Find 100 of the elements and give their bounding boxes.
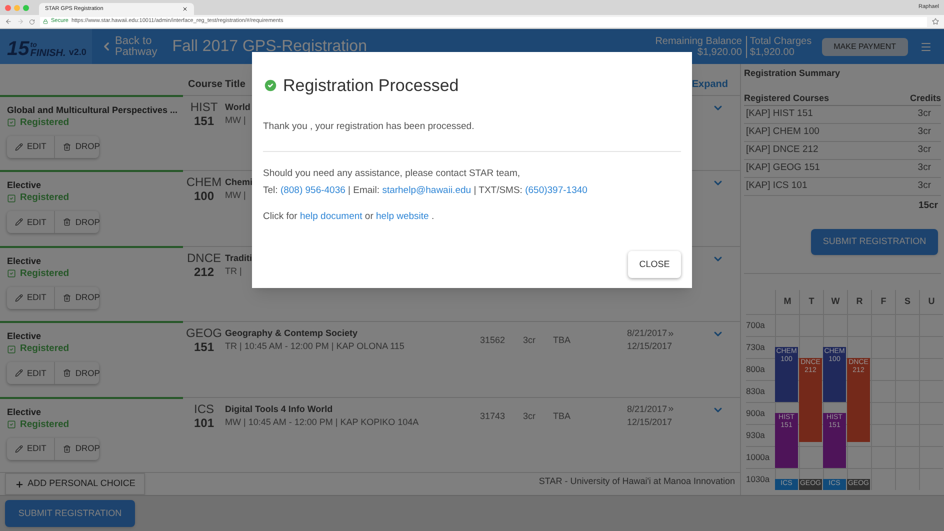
summary-course: [KAP] GEOG 151 <box>745 160 820 175</box>
end-date: 12/15/2017 <box>627 340 674 354</box>
course-number: 101 <box>194 416 214 430</box>
assistance-text: Should you need any assistance, please contact STAR team, <box>263 166 522 181</box>
summary-credits: 3cr <box>918 178 931 193</box>
course-subject: GEOG <box>186 326 222 340</box>
plus-icon <box>14 480 24 489</box>
status-label: Registered <box>7 266 183 281</box>
trash-icon <box>63 444 72 453</box>
maximize-window-icon[interactable] <box>23 4 29 10</box>
checkbox-icon <box>7 269 16 278</box>
location-text: TBA <box>553 335 571 346</box>
drop-button[interactable]: DROP <box>55 211 108 234</box>
edit-button[interactable]: EDIT <box>7 211 56 234</box>
make-payment-button[interactable]: MAKE PAYMENT <box>822 38 908 56</box>
day-header: F <box>871 290 895 314</box>
drop-button[interactable]: DROP <box>55 286 108 309</box>
help-link[interactable]: help website <box>376 210 429 222</box>
checkbox-icon <box>7 118 16 128</box>
column-header: Credits <box>910 92 941 104</box>
help-text: Click for help document or help website . <box>263 210 436 224</box>
close-button[interactable]: CLOSE <box>628 251 681 278</box>
meeting-info: TR | 10:45 AM - 12:00 PM | KAP OLONA 115 <box>225 340 404 354</box>
help-link[interactable]: starhelp@hawaii.edu <box>382 184 472 196</box>
status-label: Registered <box>7 191 183 206</box>
drop-button[interactable]: DROP <box>55 438 108 460</box>
summary-credits: 3cr <box>918 142 931 157</box>
requirement-label: Elective <box>7 254 42 267</box>
reload-icon[interactable] <box>29 18 35 24</box>
submit-registration-button[interactable]: SUBMIT REGISTRATION <box>811 228 938 255</box>
summary-credits: 3cr <box>918 106 931 121</box>
edit-button[interactable]: EDIT <box>7 438 56 460</box>
pencil-icon <box>15 444 23 453</box>
requirement-label: Elective <box>7 330 42 342</box>
help-link[interactable]: (808) 956-4036 <box>280 184 346 196</box>
start-date: 8/21/2017 <box>627 327 712 340</box>
close-window-icon[interactable] <box>5 4 11 10</box>
double-chevron-icon <box>667 330 676 338</box>
meeting-info: MW | <box>225 114 246 127</box>
course-number: 100 <box>194 189 214 204</box>
back-to-pathway-link[interactable]: Back to Pathway <box>100 36 158 58</box>
course-title: Chemi <box>225 176 253 190</box>
version-label: v2.0 <box>68 46 86 58</box>
column-header: Registered Courses <box>744 92 830 104</box>
meeting-info: MW | 10:45 AM - 12:00 PM | KAP KOPIKO 104A <box>225 416 419 429</box>
check-circle-icon <box>263 78 278 94</box>
add-personal-choice-button[interactable]: ADD PERSONAL CHOICE <box>5 473 145 496</box>
requirement-label: Elective <box>7 406 42 418</box>
trash-icon <box>63 294 72 302</box>
calendar-cell <box>871 468 895 490</box>
edit-button[interactable]: EDIT <box>7 362 56 384</box>
meeting-info: MW | <box>225 189 246 202</box>
day-header: W <box>823 290 847 314</box>
summary-credits: 3cr <box>918 124 931 139</box>
expand-all-link[interactable]: Expand <box>692 77 728 92</box>
course-subject: DNCE <box>186 250 221 265</box>
column-header: Course <box>188 78 224 92</box>
summary-course: [KAP] HIST 151 <box>745 106 813 121</box>
status-label: Registered <box>7 418 183 432</box>
double-chevron-icon <box>667 405 676 414</box>
summary-course: [KAP] DNCE 212 <box>745 142 818 157</box>
course-number: 151 <box>194 114 214 128</box>
edit-button[interactable]: EDIT <box>7 286 56 309</box>
status-label: Registered <box>7 342 183 356</box>
summary-course: [KAP] ICS 101 <box>745 178 808 193</box>
drop-button[interactable]: DROP <box>55 362 108 384</box>
day-header: T <box>799 290 823 314</box>
close-icon[interactable] <box>182 6 188 12</box>
checkbox-icon <box>7 420 16 430</box>
start-date: 8/21/2017 <box>627 402 712 416</box>
drop-button[interactable]: DROP <box>55 136 108 158</box>
credits-text: 3cr <box>523 335 536 346</box>
back-icon[interactable] <box>5 18 12 25</box>
footer-text: STAR - University of Hawai'i at Manoa Innovation <box>538 474 735 488</box>
contact-info: Tel: (808) 956-4036 | Email: starhelp@hawaii.edu | TXT/SMS: (650)397-1340 <box>263 184 588 198</box>
course-number: 212 <box>194 264 214 279</box>
day-header: U <box>919 290 943 314</box>
crn-text: 31743 <box>480 410 506 421</box>
course-subject: HIST <box>190 100 218 114</box>
meeting-info: TR | <box>225 264 242 278</box>
course-number: 151 <box>194 340 214 354</box>
logo-word: FINISH. <box>30 49 66 59</box>
summary-course: [KAP] CHEM 100 <box>745 124 820 139</box>
location-text: TBA <box>553 410 571 421</box>
bookmark-star-icon[interactable] <box>932 18 939 25</box>
requirement-label: Elective <box>7 179 42 192</box>
course-title: Geography & Contemp Society <box>225 327 358 340</box>
course-title: Traditi <box>225 252 252 265</box>
edit-button[interactable]: EDIT <box>7 136 56 158</box>
help-link[interactable]: help document <box>300 210 362 222</box>
submit-registration-button[interactable]: SUBMIT REGISTRATION <box>5 500 135 527</box>
day-header: R <box>847 290 871 314</box>
help-link[interactable]: (650)397-1340 <box>525 184 588 196</box>
course-title: World <box>225 100 250 114</box>
trash-icon <box>63 369 72 378</box>
calendar-cell <box>871 336 895 358</box>
menu-icon[interactable] <box>920 40 932 52</box>
forward-icon[interactable] <box>17 18 24 25</box>
day-header: M <box>775 290 799 314</box>
pencil-icon <box>15 142 23 151</box>
